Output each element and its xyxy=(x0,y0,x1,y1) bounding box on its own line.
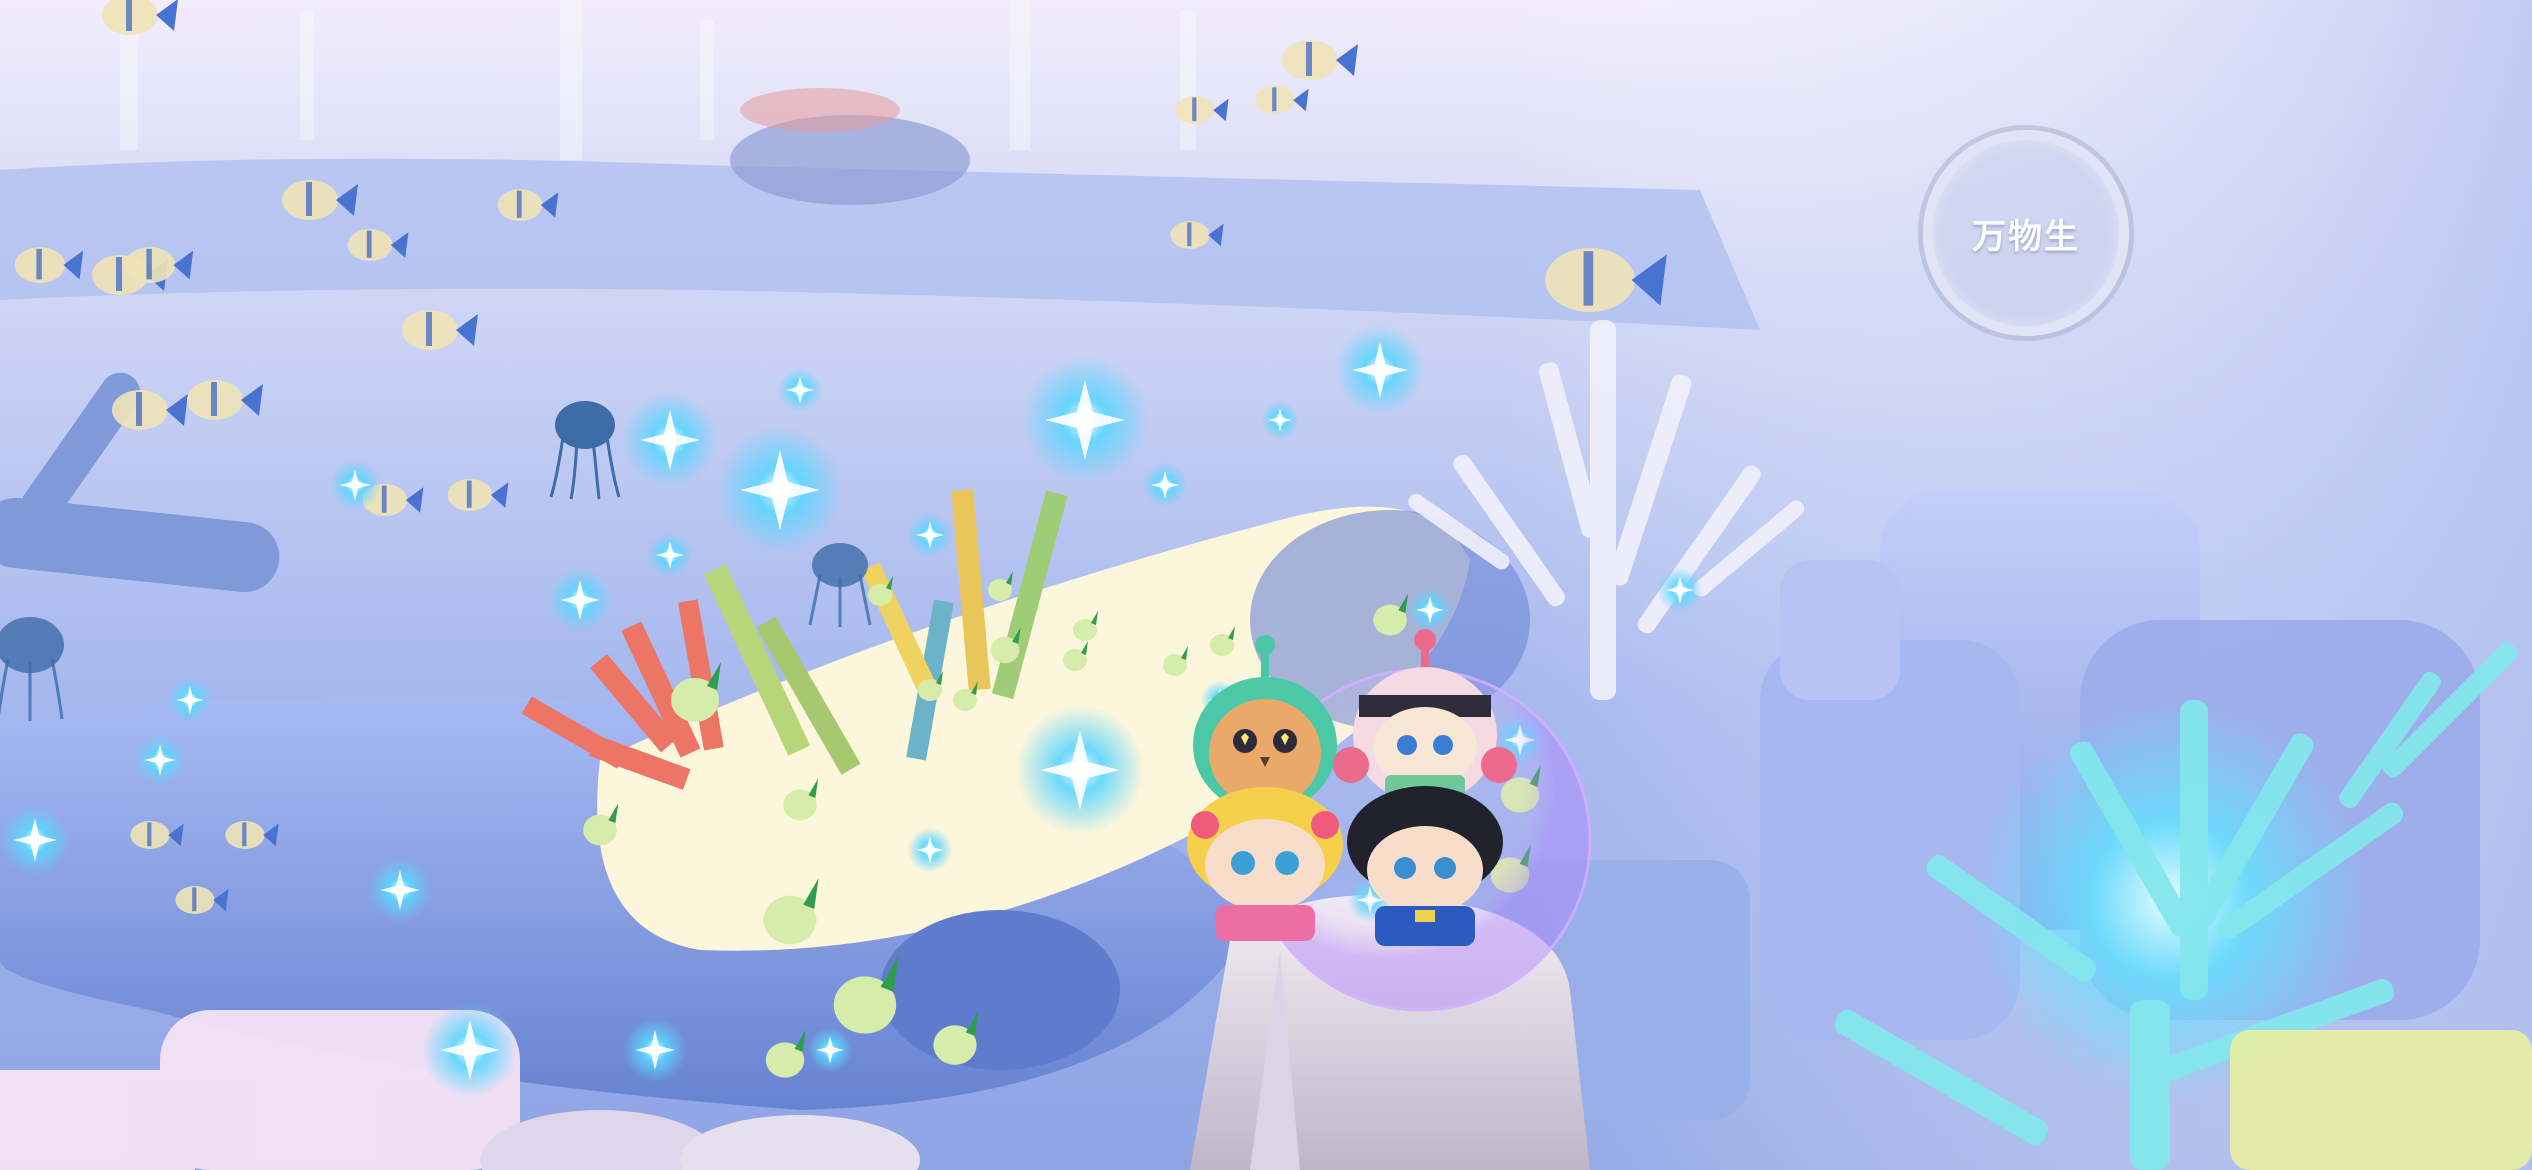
sparkle xyxy=(1260,400,1300,440)
sparkle xyxy=(0,804,71,876)
sparkle xyxy=(134,734,186,786)
sparkle xyxy=(807,1027,853,1073)
sparkle xyxy=(1657,567,1703,613)
sparkle xyxy=(777,367,823,413)
sparkle xyxy=(623,1018,687,1082)
sparkle xyxy=(548,568,612,632)
sparkle xyxy=(622,392,718,488)
sparkle xyxy=(329,459,381,511)
sparkle xyxy=(1407,587,1453,633)
spawn-button-label: 万物生 xyxy=(1972,216,2080,257)
yellow-crystal xyxy=(2230,1030,2532,1170)
sparkle xyxy=(422,1002,518,1098)
sparkle xyxy=(1021,356,1149,484)
sparkle xyxy=(1335,325,1425,415)
sparkle xyxy=(1016,706,1144,834)
sparkle xyxy=(907,512,953,558)
sparkle xyxy=(716,426,844,554)
sparkle xyxy=(1142,462,1188,508)
sparkle xyxy=(368,858,432,922)
sparkle xyxy=(907,827,953,873)
sparkle xyxy=(167,677,213,723)
spawn-button[interactable]: 万物生 xyxy=(1923,130,2129,336)
sparkle xyxy=(647,532,693,578)
underwater-scene xyxy=(0,0,2532,1170)
red-coral-clump xyxy=(740,88,900,132)
